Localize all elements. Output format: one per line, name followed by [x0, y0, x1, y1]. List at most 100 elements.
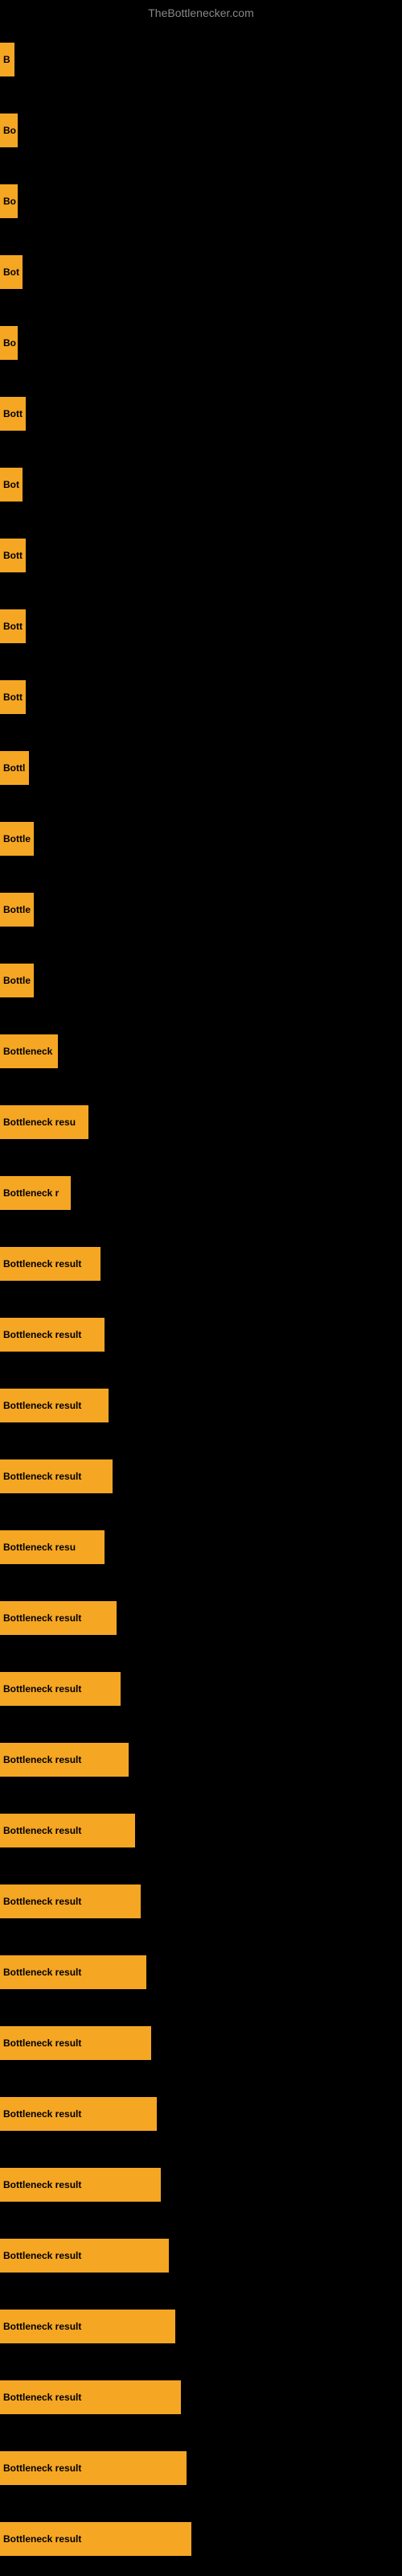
bars-container: B Bo Bo Bot Bo Bott Bot Bott Bott Bott Bottl Bottle… — [0, 24, 402, 2574]
bar-11: Bottle — [0, 822, 34, 856]
bar-0: B — [0, 43, 14, 76]
bar-10: Bottl — [0, 751, 29, 785]
bar-12: Bottle — [0, 893, 34, 927]
bar-label-16: Bottleneck r — [3, 1187, 59, 1199]
bar-row: Bottleneck result — [0, 1937, 402, 2008]
bar-label-2: Bo — [3, 196, 16, 207]
bar-26: Bottleneck result — [0, 1885, 141, 1918]
bar-24: Bottleneck result — [0, 1743, 129, 1777]
bar-label-5: Bott — [3, 408, 23, 419]
bar-4: Bo — [0, 326, 18, 360]
bar-label-31: Bottleneck result — [3, 2250, 81, 2261]
bar-row: Bott — [0, 378, 402, 449]
bar-31: Bottleneck result — [0, 2239, 169, 2273]
bar-label-6: Bot — [3, 479, 19, 490]
bar-label-12: Bottle — [3, 904, 31, 915]
bar-label-13: Bottle — [3, 975, 31, 986]
bar-25: Bottleneck result — [0, 1814, 135, 1847]
bar-20: Bottleneck result — [0, 1459, 113, 1493]
bar-15: Bottleneck resu — [0, 1105, 88, 1139]
bar-row: Bo — [0, 166, 402, 237]
bar-row: B — [0, 24, 402, 95]
bar-label-35: Bottleneck result — [3, 2533, 81, 2545]
bar-label-30: Bottleneck result — [3, 2179, 81, 2190]
bar-row: Bot — [0, 237, 402, 308]
bar-28: Bottleneck result — [0, 2026, 151, 2060]
bar-19: Bottleneck result — [0, 1389, 109, 1422]
bar-label-34: Bottleneck result — [3, 2462, 81, 2474]
bar-17: Bottleneck result — [0, 1247, 100, 1281]
bar-row: Bottleneck result — [0, 2504, 402, 2574]
bar-5: Bott — [0, 397, 26, 431]
bar-label-32: Bottleneck result — [3, 2321, 81, 2332]
bar-label-7: Bott — [3, 550, 23, 561]
bar-row: Bottleneck result — [0, 1795, 402, 1866]
bar-3: Bot — [0, 255, 23, 289]
bar-row: Bottleneck result — [0, 1441, 402, 1512]
bar-32: Bottleneck result — [0, 2310, 175, 2343]
bar-label-15: Bottleneck resu — [3, 1117, 76, 1128]
bar-row: Bottleneck result — [0, 1653, 402, 1724]
bar-29: Bottleneck result — [0, 2097, 157, 2131]
bar-1: Bo — [0, 114, 18, 147]
bar-row: Bottleneck result — [0, 2362, 402, 2433]
bar-row: Bott — [0, 591, 402, 662]
bar-row: Bottle — [0, 874, 402, 945]
bar-label-20: Bottleneck result — [3, 1471, 81, 1482]
bar-label-14: Bottleneck — [3, 1046, 52, 1057]
bar-34: Bottleneck result — [0, 2451, 187, 2485]
bar-row: Bottleneck result — [0, 2079, 402, 2149]
bar-row: Bot — [0, 449, 402, 520]
bar-row: Bottleneck result — [0, 2433, 402, 2504]
bar-label-1: Bo — [3, 125, 16, 136]
bar-row: Bo — [0, 308, 402, 378]
bar-row: Bottleneck result — [0, 1724, 402, 1795]
bar-row: Bo — [0, 95, 402, 166]
bar-row: Bottleneck result — [0, 1370, 402, 1441]
bar-label-24: Bottleneck result — [3, 1754, 81, 1765]
bar-label-25: Bottleneck result — [3, 1825, 81, 1836]
bar-row: Bott — [0, 662, 402, 733]
bar-35: Bottleneck result — [0, 2522, 191, 2556]
site-title: TheBottlenecker.com — [0, 0, 402, 23]
bar-21: Bottleneck resu — [0, 1530, 105, 1564]
bar-6: Bot — [0, 468, 23, 502]
bar-row: Bottleneck result — [0, 2008, 402, 2079]
bar-label-21: Bottleneck resu — [3, 1542, 76, 1553]
bar-7: Bott — [0, 539, 26, 572]
bar-row: Bottleneck result — [0, 2220, 402, 2291]
bar-row: Bottl — [0, 733, 402, 803]
bar-16: Bottleneck r — [0, 1176, 71, 1210]
bar-label-11: Bottle — [3, 833, 31, 844]
bar-row: Bottleneck resu — [0, 1512, 402, 1583]
bar-27: Bottleneck result — [0, 1955, 146, 1989]
bar-23: Bottleneck result — [0, 1672, 121, 1706]
bar-row: Bott — [0, 520, 402, 591]
bar-label-26: Bottleneck result — [3, 1896, 81, 1907]
bar-22: Bottleneck result — [0, 1601, 117, 1635]
bar-2: Bo — [0, 184, 18, 218]
bar-row: Bottleneck result — [0, 1228, 402, 1299]
bar-row: Bottleneck r — [0, 1158, 402, 1228]
bar-row: Bottleneck resu — [0, 1087, 402, 1158]
bar-label-10: Bottl — [3, 762, 25, 774]
bar-label-4: Bo — [3, 337, 16, 349]
bar-label-8: Bott — [3, 621, 23, 632]
bar-label-9: Bott — [3, 691, 23, 703]
bar-row: Bottleneck result — [0, 1583, 402, 1653]
bar-row: Bottle — [0, 803, 402, 874]
bar-label-29: Bottleneck result — [3, 2108, 81, 2120]
bar-label-33: Bottleneck result — [3, 2392, 81, 2403]
bar-row: Bottle — [0, 945, 402, 1016]
bar-14: Bottleneck — [0, 1034, 58, 1068]
bar-9: Bott — [0, 680, 26, 714]
bar-label-18: Bottleneck result — [3, 1329, 81, 1340]
bar-row: Bottleneck result — [0, 1866, 402, 1937]
bar-label-28: Bottleneck result — [3, 2037, 81, 2049]
bar-33: Bottleneck result — [0, 2380, 181, 2414]
bar-30: Bottleneck result — [0, 2168, 161, 2202]
bar-row: Bottleneck result — [0, 1299, 402, 1370]
bar-label-23: Bottleneck result — [3, 1683, 81, 1695]
bar-label-0: B — [3, 54, 10, 65]
bar-label-22: Bottleneck result — [3, 1612, 81, 1624]
